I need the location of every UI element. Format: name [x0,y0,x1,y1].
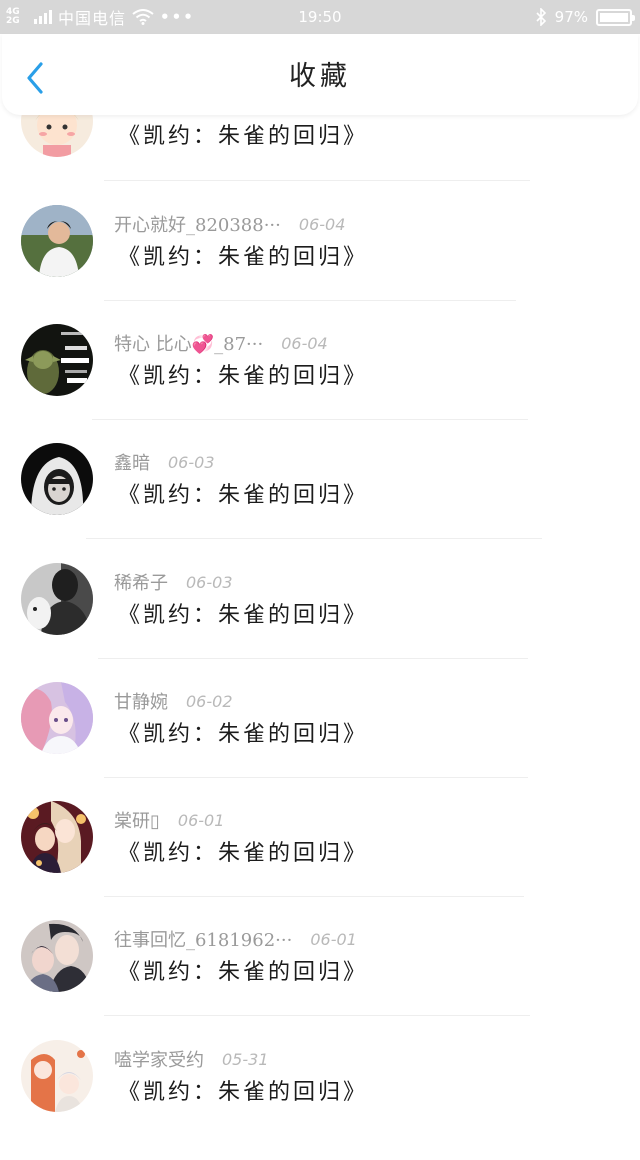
list-item[interactable]: 鑫暗 06-03 《凯约：朱雀的回归》 [0,443,640,563]
item-meta: 甘静婉 06-02 [114,688,233,714]
item-meta: 开心就好_820388··· 06-04 [114,211,345,237]
list-item[interactable]: 棠研▯ 06-01 《凯约：朱雀的回归》 [0,801,640,921]
list-item[interactable]: 开心就好_820388··· 06-04 《凯约：朱雀的回归》 [0,205,640,325]
item-meta: 稀希子 06-03 [114,569,233,595]
divider [92,419,528,420]
item-date: 06-03 [186,572,233,592]
item-date: 06-04 [281,333,328,353]
page-title: 收藏 [289,61,351,92]
avatar[interactable] [21,1040,93,1112]
avatar[interactable] [21,682,93,754]
divider [86,538,542,539]
item-date: 06-03 [168,452,215,472]
item-date: 06-01 [310,929,357,949]
item-title: 《凯约：朱雀的回归》 [118,483,369,508]
item-title: 《凯约：朱雀的回归》 [118,841,369,866]
user-name[interactable]: 特心 比心💞_87··· [114,330,263,356]
item-date: 05-31 [222,1049,269,1069]
item-title: 《凯约：朱雀的回归》 [118,603,369,628]
avatar[interactable] [21,443,93,515]
divider [104,300,516,301]
item-meta: 鑫暗 06-03 [114,449,215,475]
item-title: 《凯约：朱雀的回归》 [118,1080,369,1105]
item-date: 06-01 [177,810,225,830]
user-name[interactable]: 往事回忆_6181962··· [114,926,292,952]
avatar[interactable] [21,920,93,992]
user-name[interactable]: 甘静婉 [114,688,168,714]
avatar[interactable] [21,563,93,635]
item-meta: 嗑学家受约 05-31 [114,1046,269,1072]
item-title: 《凯约：朱雀的回归》 [118,960,369,985]
list-item[interactable]: 稀希子 06-03 《凯约：朱雀的回归》 [0,563,640,683]
divider [104,896,524,897]
divider [98,658,528,659]
user-name[interactable]: 开心就好_820388··· [114,211,281,237]
item-title: 《凯约：朱雀的回归》 [118,722,369,747]
item-meta: 往事回忆_6181962··· 06-01 [114,926,357,952]
item-meta: 特心 比心💞_87··· 06-04 [114,330,328,356]
avatar[interactable] [21,801,93,873]
item-title: 《凯约：朱雀的回归》 [118,245,369,270]
favorites-list: 《凯约：朱雀的回归》 开心就好_820388··· 06-04 《凯约：朱雀的回… [0,0,640,1138]
user-name[interactable]: 嗑学家受约 [114,1046,204,1072]
item-title: 《凯约：朱雀的回归》 [118,124,369,149]
divider [104,180,530,181]
avatar[interactable] [21,324,93,396]
divider [104,777,528,778]
item-title: 《凯约：朱雀的回归》 [118,364,369,389]
list-item[interactable]: 甘静婉 06-02 《凯约：朱雀的回归》 [0,682,640,802]
avatar[interactable] [21,205,93,277]
item-date: 06-04 [298,214,346,234]
navigation-bar: 收藏 [2,34,638,115]
list-item[interactable]: 往事回忆_6181962··· 06-01 《凯约：朱雀的回归》 [0,920,640,1040]
user-name[interactable]: 鑫暗 [114,449,150,475]
list-item[interactable]: 嗑学家受约 05-31 《凯约：朱雀的回归》 [0,1040,640,1160]
item-meta: 棠研▯ 06-01 [114,807,224,833]
divider [104,1015,530,1016]
item-date: 06-02 [186,691,233,711]
user-name[interactable]: 稀希子 [114,569,168,595]
user-name[interactable]: 棠研▯ [114,807,160,833]
list-item[interactable]: 特心 比心💞_87··· 06-04 《凯约：朱雀的回归》 [0,324,640,444]
